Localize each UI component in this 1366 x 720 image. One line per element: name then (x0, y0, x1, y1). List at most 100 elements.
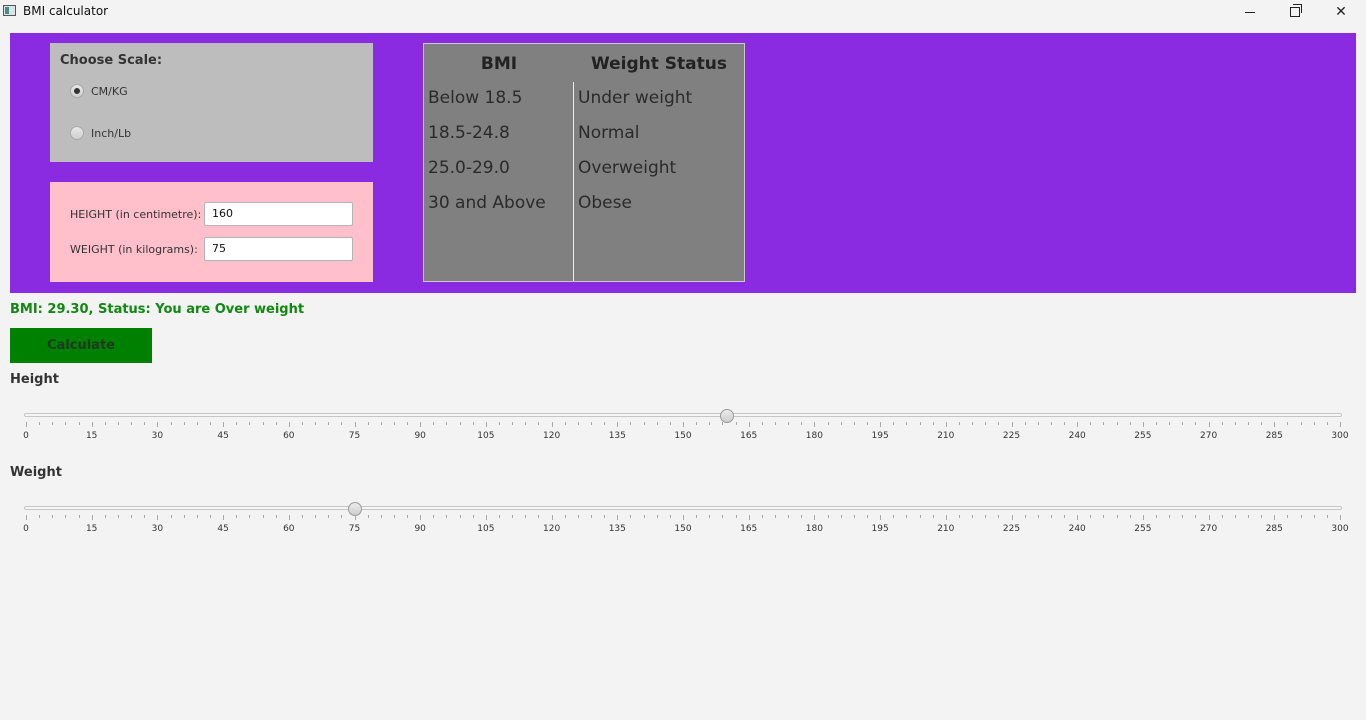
maximize-button[interactable] (1272, 0, 1318, 24)
slider-tick (144, 422, 146, 425)
slider-tick (1129, 515, 1131, 518)
slider-tick (696, 422, 698, 425)
height-slider-track[interactable] (24, 413, 1342, 417)
weight-field-label: WEIGHT (in kilograms): (70, 243, 198, 256)
slider-tick (683, 515, 684, 520)
slider-tick (249, 515, 251, 518)
radio-label-inch-lb: Inch/Lb (91, 126, 132, 140)
slider-tick (932, 422, 934, 425)
slider-tick (380, 422, 382, 425)
slider-tick (774, 515, 776, 518)
slider-tick (1313, 515, 1315, 518)
minimize-button[interactable] (1227, 0, 1273, 24)
slider-tick (393, 515, 395, 518)
slider-tick (577, 515, 579, 518)
slider-tick (52, 515, 54, 518)
slider-tick (91, 515, 93, 520)
height-slider[interactable]: 0 15 30 45 60 75 90 105 120 135 150 165 180 195 210 225… (0, 408, 1366, 448)
slider-tick (801, 515, 803, 518)
slider-tick (880, 515, 882, 520)
slider-tick (354, 515, 356, 520)
slider-tick (1169, 422, 1171, 425)
slider-tick (65, 422, 67, 425)
slider-tick (722, 422, 724, 425)
slider-tick (1090, 515, 1092, 518)
slider-tick (1261, 515, 1263, 518)
slider-tick (958, 422, 960, 425)
slider-tick-label: 15 (85, 524, 98, 534)
window-title: BMI calculator (23, 4, 109, 18)
slider-tick (906, 422, 908, 425)
slider-tick (52, 422, 54, 425)
radio-checked-icon[interactable] (70, 84, 84, 98)
slider-tick (1064, 515, 1066, 518)
slider-tick (78, 515, 80, 518)
app-icon (3, 5, 16, 16)
slider-tick (1037, 422, 1039, 425)
radio-unchecked-icon[interactable] (70, 126, 84, 140)
slider-tick (485, 515, 487, 520)
weight-field[interactable]: 75 (204, 237, 353, 261)
slider-tick (328, 422, 330, 425)
slider-tick (446, 422, 448, 425)
radio-inch-lb[interactable]: Inch/Lb (70, 126, 131, 140)
slider-tick-label: 30 (151, 524, 164, 534)
slider-tick (683, 422, 684, 427)
slider-tick (1024, 515, 1026, 518)
slider-tick (262, 515, 264, 518)
height-slider-thumb[interactable] (719, 409, 734, 423)
slider-tick (209, 515, 211, 518)
slider-tick (26, 515, 27, 520)
slider-tick (814, 515, 816, 520)
slider-tick (1103, 422, 1105, 425)
slider-tick (1300, 515, 1302, 518)
slider-tick-label: 105 (477, 431, 495, 441)
slider-tick (354, 422, 356, 427)
slider-tick (748, 422, 750, 427)
slider-tick (131, 515, 133, 518)
slider-tick-label: 240 (1068, 431, 1086, 441)
table-cell-status: Under weight (578, 88, 693, 108)
calculate-button[interactable]: Calculate (10, 328, 152, 363)
slider-tick (341, 422, 343, 425)
slider-tick (761, 515, 763, 518)
slider-tick (669, 515, 671, 518)
slider-tick (117, 422, 119, 425)
slider-tick-label: 210 (937, 524, 955, 534)
radio-cm-kg[interactable]: CM/KG (70, 84, 128, 98)
slider-tick (315, 515, 317, 518)
slider-tick (1011, 515, 1013, 520)
slider-tick (26, 422, 27, 427)
weight-slider[interactable]: 0 15 30 45 60 75 90 105 120 135 150 165 180 195 210 225… (0, 501, 1366, 541)
weight-slider-track[interactable] (24, 506, 1342, 510)
height-field[interactable]: 160 (204, 202, 353, 226)
slider-tick (512, 422, 514, 425)
slider-tick (472, 422, 474, 425)
slider-tick (958, 515, 960, 518)
slider-tick (196, 515, 198, 518)
table-header-status: Weight Status (590, 54, 727, 74)
radio-label-cm-kg: CM/KG (91, 84, 128, 98)
slider-tick (223, 515, 225, 520)
slider-tick (985, 515, 987, 518)
slider-tick (301, 515, 303, 518)
slider-tick (1274, 515, 1276, 520)
table-cell-status: Overweight (578, 158, 677, 178)
slider-tick (433, 515, 435, 518)
slider-tick (407, 515, 409, 518)
slider-tick (1156, 422, 1158, 425)
slider-tick (840, 422, 842, 425)
slider-tick (906, 515, 908, 518)
slider-tick (696, 515, 698, 518)
slider-tick (1221, 422, 1223, 425)
slider-tick (196, 422, 198, 425)
slider-tick (577, 422, 579, 425)
slider-tick (709, 422, 711, 425)
slider-tick (301, 422, 303, 425)
slider-tick (1221, 515, 1223, 518)
close-button[interactable]: ✕ (1318, 0, 1364, 24)
slider-tick (814, 422, 816, 427)
slider-tick (512, 515, 514, 518)
weight-slider-thumb[interactable] (347, 502, 362, 516)
slider-tick (1116, 515, 1118, 518)
